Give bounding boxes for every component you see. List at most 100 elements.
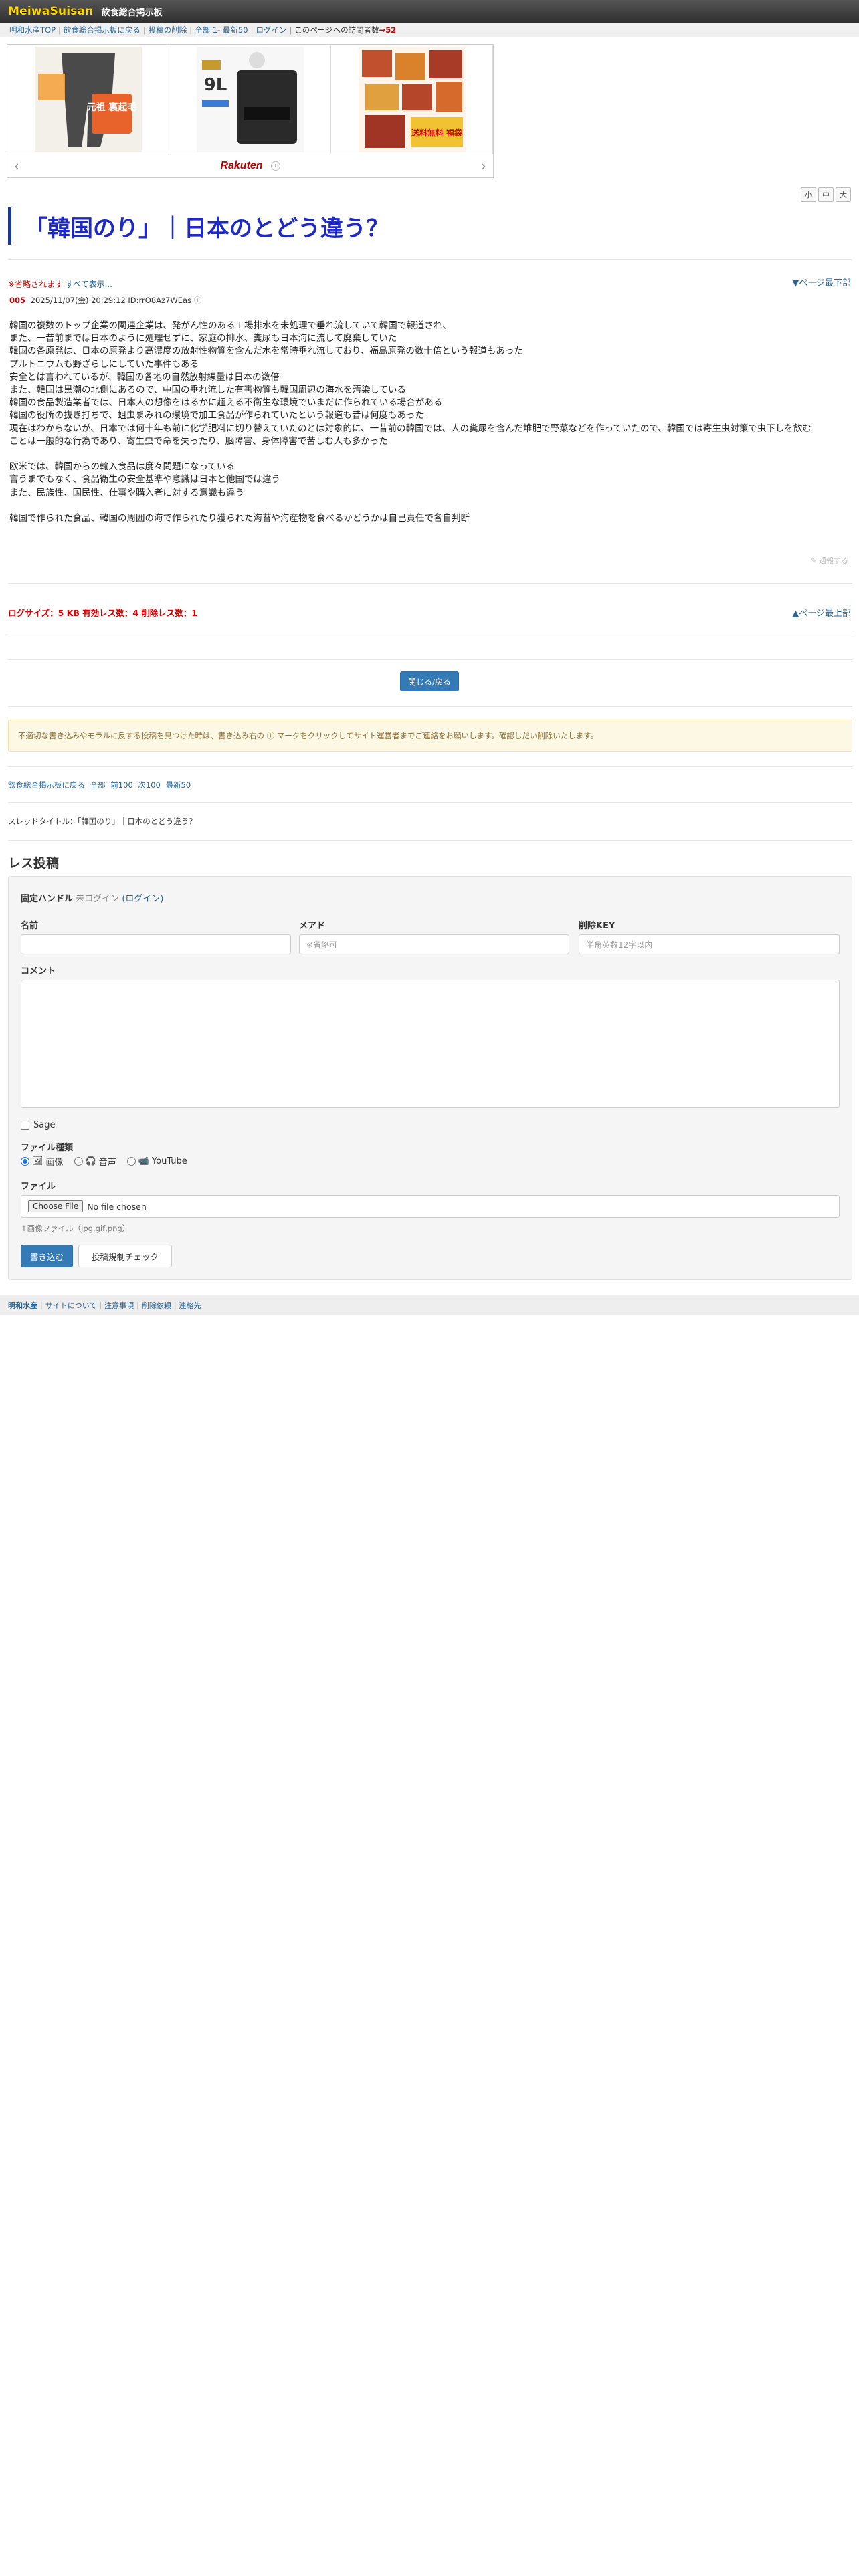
humidifier-product-image: 9L [196,46,304,152]
footer-notes-link[interactable]: 注意事項 [104,1300,134,1311]
visitor-count: →52 [379,25,397,35]
post-number[interactable]: 005 [9,296,25,305]
sage-checkbox[interactable] [21,1121,29,1130]
file-type-image-radio[interactable] [21,1157,29,1166]
post-body-line: また、一昔前までは日本のように処理せずに、家庭の排水、糞尿も日本海に流して廃棄し… [9,333,397,344]
choose-file-button[interactable]: Choose File [28,1200,84,1212]
mail-placeholder: ※省略可 [306,940,338,950]
log-stats: ログサイズ：5 KB 有効レス数：4 削除レス数：1 [8,608,197,618]
thread-title-line: スレッドタイトル：「韓国のり」｜日本のとどう違う？ [8,817,197,826]
file-type-audio-radio[interactable] [74,1157,83,1166]
name-input[interactable] [21,934,291,954]
file-type-youtube-option[interactable]: 📹 YouTube [126,1156,187,1166]
post-body-line: プルトニウムも野ざらしにしていた事件もある [9,358,199,370]
image-icon: 🖼 [32,1156,43,1166]
file-type-youtube-label: YouTube [151,1156,187,1166]
ad-prev-icon[interactable]: ‹ [14,158,19,174]
post-id: ID:rrO8Az7WEas [128,296,192,305]
font-size-switcher: 小 中 大 [801,187,851,202]
divider [8,840,852,841]
nav-login-link[interactable]: ログイン [256,25,286,35]
top-bar: MeiwaSuisan 飲食総合掲示板 [0,0,859,23]
name-label: 名前 [21,921,39,931]
mail-label: メアド [299,921,326,931]
divider [8,706,852,707]
nav-first-link[interactable]: 1- [213,25,220,35]
ad-next-icon[interactable]: › [481,158,486,174]
footer: 明和水産 | サイトについて | 注意事項 | 削除依頼 | 連絡先 [0,1295,859,1315]
file-type-image-option[interactable]: 🖼 画像 [21,1155,64,1168]
back-next100-link[interactable]: 次100 [138,780,160,790]
comment-textarea[interactable] [21,980,840,1108]
delete-key-input[interactable]: 半角英数12字以内 [579,934,840,954]
post-body-line: また、韓国は黒潮の北側にあるので、中国の垂れ流した有害物質も韓国周辺の海水を汚染… [9,385,407,396]
breadcrumb-nav: 明和水産TOP | 飲食総合掲示板に戻る | 投稿の削除 | 全部 1- 最新50 | … [0,23,859,37]
font-size-medium-button[interactable]: 中 [818,187,834,202]
file-type-youtube-radio[interactable] [126,1157,136,1166]
moderation-notice: 不適切な書き込みやモラルに反する投稿を見つけた時は、書き込み右の ⓘ マークをク… [8,720,852,752]
nav-board-link[interactable]: 飲食総合掲示板に戻る [64,25,140,35]
footer-brand-link[interactable]: 明和水産 [8,1300,37,1311]
visitor-label: このページへの訪問者数 [294,25,379,35]
mail-input[interactable]: ※省略可 [299,934,569,954]
leggings-ad-text: 元祖 裏起毛 [86,102,136,113]
post-body-line: ことは一般的な行為であり、寄生虫で命を失ったり、脳障害、身体障害で苦しむ人も多か… [9,435,388,447]
back-board-link[interactable]: 飲食総合掲示板に戻る [8,780,85,790]
nav-top-link[interactable]: 明和水産TOP [9,25,56,35]
post-body-line: 欧米では、韓国からの輸入食品は度々問題になっている [9,461,235,473]
file-type-label: ファイル種類 [21,1143,74,1153]
file-type-audio-label: 音声 [98,1158,116,1168]
file-hint: ↑画像ファイル（jpg,gif,png） [21,1224,130,1233]
back-links: 飲食総合掲示板に戻る 全部 前100 次100 最新50 [8,780,193,790]
font-size-large-button[interactable]: 大 [836,187,851,202]
footer-delete-request-link[interactable]: 削除依頼 [142,1300,171,1311]
comment-label: コメント [21,966,56,976]
post-body-line: 韓国の役所の抜き打ちで、蛆虫まみれの環境で加工食品が作られていたという報道も昔は… [9,410,425,421]
footer-about-link[interactable]: サイトについて [45,1300,97,1311]
post-body-line [9,500,850,512]
post-body-line: 韓国で作られた食品、韓国の周囲の海で作られたり獲られた海苔や海産物を食べるかどう… [9,513,470,524]
show-all-link[interactable]: すべて表示... [66,280,112,289]
ad-info-icon[interactable]: i [270,161,280,171]
file-type-audio-option[interactable]: 🎧 音声 [74,1155,116,1168]
site-logo[interactable]: MeiwaSuisan [8,5,94,18]
ad-item-humidifier[interactable]: 9L [169,45,331,154]
divider [8,766,852,767]
login-link[interactable]: (ログイン) [122,894,163,904]
close-back-button[interactable]: 閉じる/戻る [400,671,459,691]
fixed-handle-row: 固定ハンドル 未ログイン (ログイン) [21,891,163,904]
page-bottom-link[interactable]: ▼ページ最下部 [792,276,851,288]
headphones-icon: 🎧 [85,1156,96,1166]
report-link[interactable]: ✎ 通報する [810,555,848,566]
post-body-line: また、民族性、国民性、仕事や購入者に対する意識も違う [9,487,244,498]
submit-button[interactable]: 書き込む [21,1245,73,1267]
ad-item-leggings[interactable]: 元祖 裏起毛 [7,45,169,154]
font-size-small-button[interactable]: 小 [801,187,816,202]
board-name[interactable]: 飲食総合掲示板 [102,5,163,18]
rakuten-logo[interactable]: Rakuten [220,160,262,172]
ad-item-food-set[interactable]: 送料無料 福袋 [331,45,493,154]
nav-all-link[interactable]: 全部 [195,25,210,35]
nav-delete-link[interactable]: 投稿の削除 [149,25,187,35]
ad-footer: ‹ Rakuten i › [7,154,493,177]
restriction-check-button[interactable]: 投稿規制チェック [78,1245,172,1267]
divider [8,802,852,803]
divider [8,583,852,584]
file-input[interactable]: Choose File No file chosen [21,1195,840,1218]
delete-key-placeholder: 半角英数12字以内 [586,940,653,950]
sage-row: Sage [21,1120,55,1130]
divider [8,659,852,660]
post-body-line: 韓国の複数のトップ企業の関連企業は、発がん性のある工場排水を未処理で垂れ流してい… [9,320,452,331]
post-date: 2025/11/07(金) 20:29:12 [30,296,126,305]
post-body: 韓国の複数のトップ企業の関連企業は、発がん性のある工場排水を未処理で垂れ流してい… [9,320,850,525]
back-all-link[interactable]: 全部 [90,780,106,790]
back-latest50-link[interactable]: 最新50 [166,780,191,790]
divider [8,259,852,260]
footer-contact-link[interactable]: 連絡先 [179,1300,201,1311]
page-top-link[interactable]: ▲ページ最上部 [792,606,851,619]
back-prev100-link[interactable]: 前100 [110,780,132,790]
login-status: 未ログイン [76,894,120,904]
report-info-icon[interactable]: ⓘ [194,296,202,305]
nav-latest50-link[interactable]: 最新50 [223,25,248,35]
omitted-label: ※省略されます [8,280,64,289]
